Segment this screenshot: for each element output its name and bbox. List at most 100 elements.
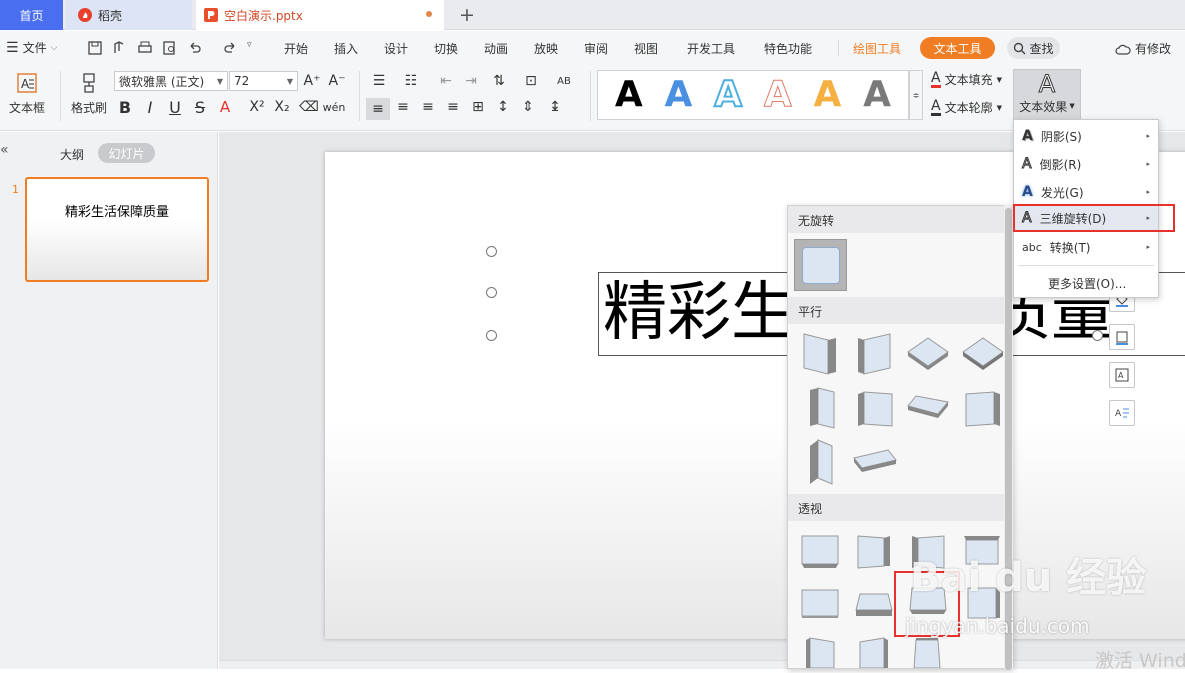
tab-animation[interactable]: 动画: [484, 40, 508, 57]
align-center-icon[interactable]: ≡: [394, 98, 412, 116]
parallel-preset-8[interactable]: [964, 388, 1002, 428]
format-painter-button[interactable]: 格式刷: [68, 71, 110, 116]
parallel-preset-9[interactable]: [808, 438, 834, 486]
font-color-icon[interactable]: A: [216, 98, 234, 116]
text-direction-icon[interactable]: ⇅: [490, 72, 508, 90]
text-outline-button[interactable]: A 文本轮廓 ▼: [931, 99, 1002, 116]
tab-design[interactable]: 设计: [384, 40, 408, 57]
text-format-icon[interactable]: A: [1109, 400, 1135, 426]
tab-slideshow[interactable]: 放映: [534, 40, 558, 57]
parallel-preset-1[interactable]: [802, 332, 838, 376]
bold-icon[interactable]: B: [116, 98, 134, 117]
parallel-preset-5[interactable]: [808, 384, 836, 430]
redo-icon[interactable]: [222, 40, 238, 56]
print-icon[interactable]: [137, 40, 153, 56]
decrease-font-icon[interactable]: A⁻: [328, 72, 346, 90]
no-rotation-option[interactable]: [794, 239, 847, 291]
resize-handle[interactable]: [486, 330, 497, 341]
outline-icon[interactable]: [1109, 324, 1135, 350]
resize-handle[interactable]: [1092, 330, 1103, 341]
tab-review[interactable]: 审阅: [584, 40, 608, 57]
export-icon[interactable]: [112, 40, 128, 56]
perspective-preset-6[interactable]: [854, 588, 894, 620]
menu-item-glow[interactable]: A 发光(G) ▸: [1014, 179, 1158, 205]
modified-status[interactable]: 有修改: [1115, 40, 1171, 57]
align-left-icon[interactable]: ≡: [366, 98, 390, 120]
parallel-preset-7[interactable]: [906, 392, 950, 422]
text-style-orange[interactable]: A: [814, 75, 842, 115]
increase-indent-icon[interactable]: ⇥: [462, 72, 480, 90]
menu-item-transform[interactable]: abc 转换(T) ▸: [1014, 234, 1158, 260]
bullet-list-icon[interactable]: ☰: [370, 72, 388, 90]
tab-special[interactable]: 特色功能: [764, 40, 812, 57]
text-fill-button[interactable]: A 文本填充 ▼: [931, 71, 1002, 88]
perspective-preset-10[interactable]: [858, 636, 890, 668]
font-size-select[interactable]: 72 ▼: [229, 71, 298, 91]
menu-item-shadow[interactable]: A 阴影(S) ▸: [1014, 123, 1158, 149]
tab-home[interactable]: 首页: [0, 0, 63, 30]
parallel-preset-2[interactable]: [856, 332, 892, 376]
distribute-icon[interactable]: ⊞: [469, 98, 487, 116]
text-style-red-outline[interactable]: A: [763, 74, 792, 115]
new-tab-button[interactable]: +: [456, 4, 478, 26]
text-style-gray[interactable]: A: [863, 75, 891, 115]
perspective-preset-1[interactable]: [800, 532, 840, 570]
tab-text-tools[interactable]: 文本工具: [920, 37, 995, 59]
perspective-preset-2[interactable]: [856, 532, 892, 572]
parallel-preset-4[interactable]: [961, 336, 1005, 372]
strikethrough-icon[interactable]: S: [191, 98, 209, 117]
superscript-icon[interactable]: X²: [248, 98, 266, 116]
align-right-icon[interactable]: ≡: [419, 98, 437, 116]
tab-transition[interactable]: 切换: [434, 40, 458, 57]
textbox-button[interactable]: A 文本框: [4, 71, 50, 116]
resize-handle[interactable]: [486, 246, 497, 257]
resize-handle[interactable]: [486, 287, 497, 298]
file-menu-button[interactable]: ☰ 文件 ⌵: [6, 39, 57, 56]
perspective-preset-9[interactable]: [804, 636, 836, 668]
decrease-indent-icon[interactable]: ⇤: [437, 72, 455, 90]
undo-icon[interactable]: [187, 40, 203, 56]
tab-insert[interactable]: 插入: [334, 40, 358, 57]
tab-view[interactable]: 视图: [634, 40, 658, 57]
tab-start[interactable]: 开始: [284, 40, 308, 57]
customize-dropdown-icon[interactable]: ▿: [247, 40, 263, 56]
perspective-preset-11[interactable]: [912, 636, 944, 668]
convert-smartart-icon[interactable]: AB: [555, 72, 573, 90]
tab-outline[interactable]: 大纲: [60, 146, 84, 163]
text-style-blue[interactable]: A: [665, 75, 693, 115]
font-family-select[interactable]: 微软雅黑 (正文) ▼: [114, 71, 228, 91]
collapse-pane-icon[interactable]: «: [0, 142, 9, 158]
justify-icon[interactable]: ≡: [444, 98, 462, 116]
slide-thumbnail[interactable]: 精彩生活保障质量: [25, 177, 209, 282]
menu-item-more-settings[interactable]: 更多设置(O)...: [1014, 270, 1158, 296]
underline-icon[interactable]: U: [166, 98, 184, 117]
tab-file[interactable]: 空白演示.pptx: [196, 0, 444, 30]
tab-docer[interactable]: 稻壳: [66, 0, 192, 30]
parallel-preset-6[interactable]: [856, 388, 894, 428]
increase-font-icon[interactable]: A⁺: [303, 72, 321, 90]
paragraph-spacing-icon[interactable]: ⇕: [519, 98, 537, 116]
gallery-more-icon[interactable]: ≑: [909, 70, 923, 120]
numbered-list-icon[interactable]: ☷: [402, 72, 420, 90]
clear-format-icon[interactable]: ⌫: [299, 98, 319, 116]
perspective-preset-5[interactable]: [800, 586, 840, 622]
text-style-black[interactable]: A: [615, 75, 643, 115]
parallel-preset-3[interactable]: [906, 336, 950, 372]
italic-icon[interactable]: I: [141, 98, 159, 117]
phonetic-icon[interactable]: wén: [323, 98, 346, 116]
print-preview-icon[interactable]: [162, 40, 178, 56]
parallel-preset-10[interactable]: [852, 446, 898, 476]
tab-slides[interactable]: 幻灯片: [98, 143, 155, 163]
spacing-dropdown-icon[interactable]: ↨: [546, 98, 564, 116]
search-button[interactable]: 查找: [1007, 37, 1060, 59]
tab-drawing-tools[interactable]: 绘图工具: [853, 40, 901, 57]
text-style-blue-outline[interactable]: A: [713, 74, 743, 116]
text-align-icon[interactable]: A: [1109, 362, 1135, 388]
text-effect-button[interactable]: A 文本效果 ▼: [1013, 69, 1081, 121]
align-text-icon[interactable]: ⊡: [522, 72, 540, 90]
save-icon[interactable]: [87, 40, 103, 56]
line-spacing-icon[interactable]: ↕: [494, 98, 512, 116]
subscript-icon[interactable]: X₂: [273, 98, 291, 116]
menu-item-reflection[interactable]: A 倒影(R) ▸: [1014, 151, 1158, 177]
tab-developer[interactable]: 开发工具: [687, 40, 735, 57]
